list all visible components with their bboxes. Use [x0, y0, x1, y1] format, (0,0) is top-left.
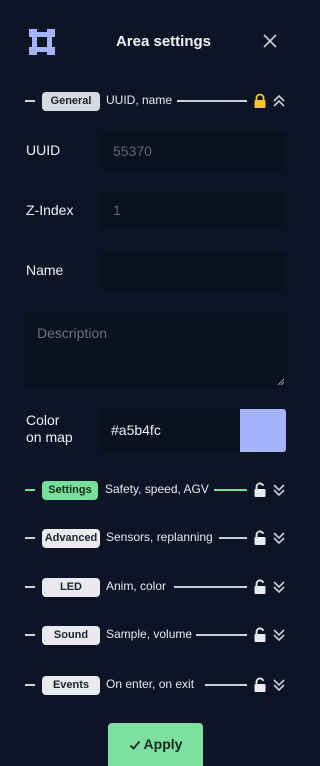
panel-title: Area settings	[115, 33, 212, 50]
apply-button[interactable]: Apply	[108, 723, 203, 766]
section-sound: Sound Sample, volume	[0, 623, 299, 647]
section-advanced-description: Sensors, replanning	[106, 530, 213, 544]
section-advanced: Advanced Sensors, replanning	[0, 526, 299, 550]
section-advanced-button[interactable]: Advanced	[42, 529, 100, 548]
lock-open-icon[interactable]	[253, 677, 267, 693]
color-hex-input[interactable]: #a5b4fc	[99, 409, 240, 452]
description-field[interactable]: Description	[25, 311, 287, 388]
zindex-label: Z-Index	[26, 202, 74, 218]
color-swatch[interactable]	[240, 409, 286, 452]
name-field[interactable]	[99, 252, 286, 291]
divider	[25, 634, 35, 636]
check-icon	[129, 740, 140, 750]
lock-open-icon[interactable]	[253, 627, 267, 643]
zindex-field: 1	[99, 191, 286, 230]
divider	[25, 489, 35, 491]
divider	[219, 537, 247, 539]
section-events-button[interactable]: Events	[42, 676, 100, 695]
lock-closed-icon[interactable]	[253, 93, 267, 109]
chevron-down-double-icon[interactable]	[271, 530, 287, 546]
chevron-down-double-icon[interactable]	[271, 579, 287, 595]
section-general-description: UUID, name	[106, 93, 173, 107]
section-settings: Settings Safety, speed, AGV	[0, 478, 299, 502]
divider	[214, 489, 247, 491]
chevron-down-double-icon[interactable]	[271, 677, 287, 693]
divider	[196, 634, 247, 636]
section-led-description: Anim, color	[106, 579, 167, 593]
resize-handle-icon[interactable]	[277, 378, 284, 385]
chevron-down-double-icon[interactable]	[271, 482, 287, 498]
divider	[25, 537, 35, 539]
close-icon[interactable]	[262, 33, 278, 49]
section-sound-description: Sample, volume	[106, 627, 193, 641]
uuid-label: UUID	[26, 142, 61, 158]
section-events: Events On enter, on exit	[0, 673, 299, 697]
divider	[25, 586, 35, 588]
section-led-button[interactable]: LED	[42, 578, 100, 597]
chevron-up-double-icon[interactable]	[271, 93, 287, 109]
section-general-button[interactable]: General	[42, 92, 100, 111]
divider	[25, 684, 35, 686]
divider	[177, 100, 247, 102]
lock-open-icon[interactable]	[253, 579, 267, 595]
name-label: Name	[26, 262, 64, 278]
description-placeholder: Description	[37, 325, 108, 341]
divider	[25, 100, 35, 102]
section-events-description: On enter, on exit	[106, 677, 195, 691]
chevron-down-double-icon[interactable]	[271, 627, 287, 643]
section-general: General UUID, name	[0, 89, 299, 113]
section-led: LED Anim, color	[0, 575, 299, 599]
panel-header: Area settings	[0, 0, 299, 86]
uuid-field: 55370	[99, 132, 286, 171]
section-settings-button[interactable]: Settings	[42, 481, 98, 500]
lock-open-icon[interactable]	[253, 482, 267, 498]
divider	[205, 684, 247, 686]
color-label: Color on map	[26, 412, 73, 445]
divider	[174, 586, 247, 588]
apply-label: Apply	[143, 736, 183, 752]
section-settings-description: Safety, speed, AGV	[105, 482, 209, 496]
lock-open-icon[interactable]	[253, 530, 267, 546]
section-sound-button[interactable]: Sound	[42, 626, 100, 645]
